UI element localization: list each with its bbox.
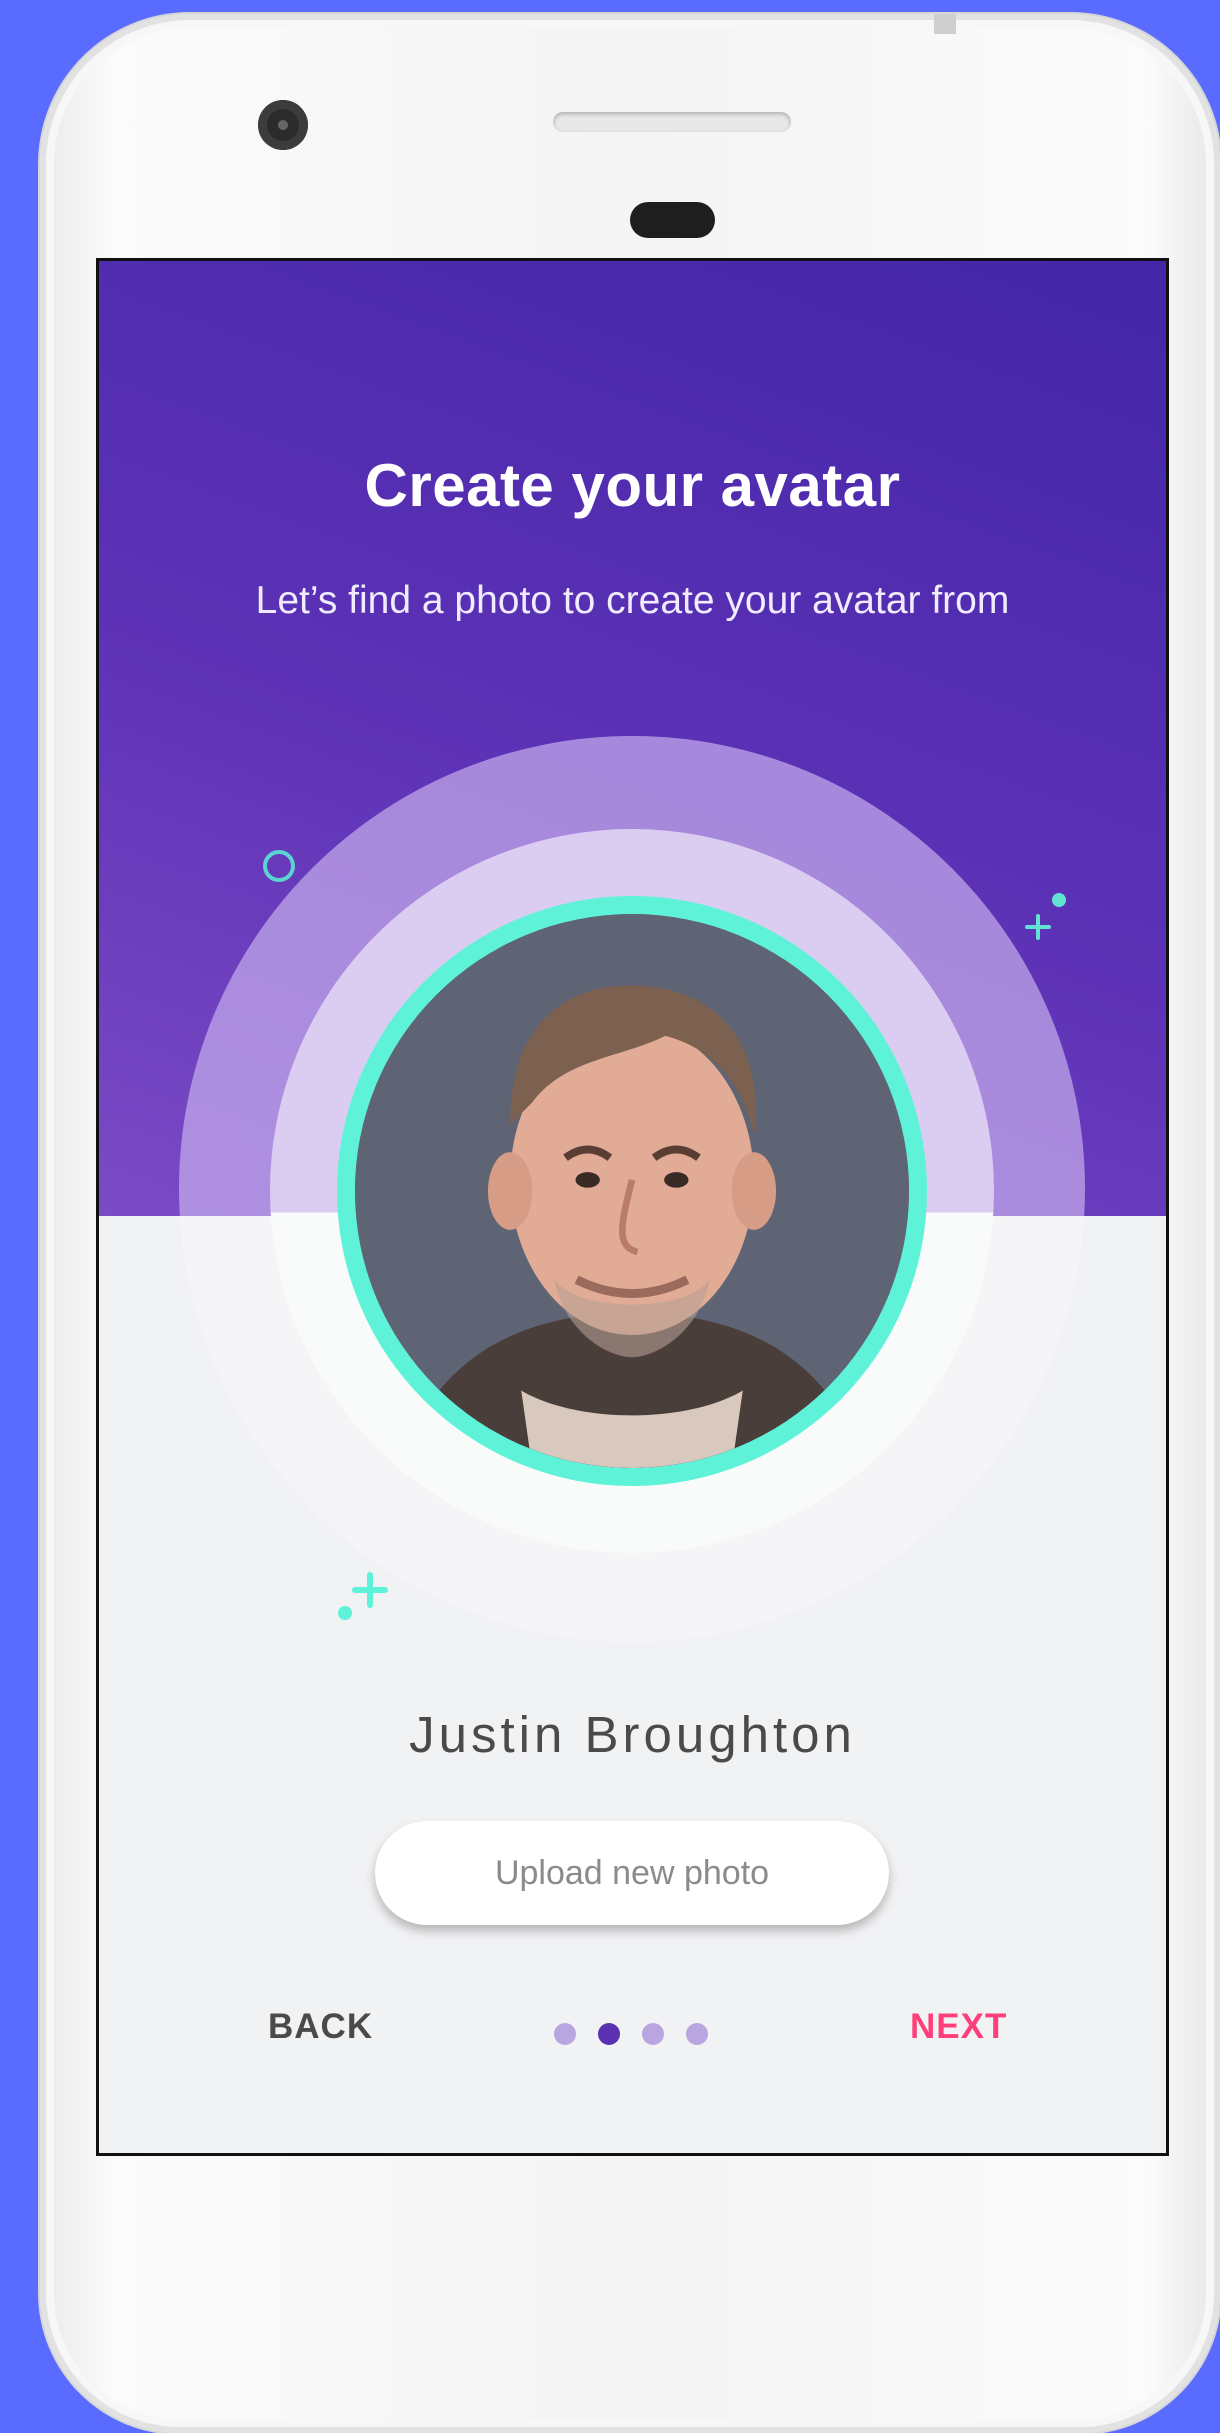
plus-icon [1025,914,1051,940]
app-screen: Create your avatar Let’s find a photo to… [96,258,1169,2156]
upload-photo-button[interactable]: Upload new photo [375,1821,889,1925]
page-title: Create your avatar [364,452,901,519]
plus-icon [352,1572,388,1608]
avatar[interactable] [337,896,927,1486]
page-dot-1[interactable] [554,2023,576,2045]
page-dot-4[interactable] [686,2023,708,2045]
page-dot-3[interactable] [642,2023,664,2045]
page-dot-2[interactable] [598,2023,620,2045]
page-subtitle: Let’s find a photo to create your avatar… [255,579,1010,622]
back-button[interactable]: BACK [262,2006,379,2048]
dot-icon [338,1606,352,1620]
top-notch [934,14,956,34]
dot-icon [1052,893,1066,907]
proximity-sensor [630,202,715,238]
front-camera [258,100,308,150]
profile-photo-illustration [355,914,909,1468]
profile-name: Justin Broughton [409,1706,856,1763]
earpiece-speaker [553,112,791,132]
circle-outline-icon [263,850,295,882]
page-indicator [554,2023,714,2045]
avatar-photo [355,914,909,1468]
next-button[interactable]: NEXT [904,2006,1013,2048]
